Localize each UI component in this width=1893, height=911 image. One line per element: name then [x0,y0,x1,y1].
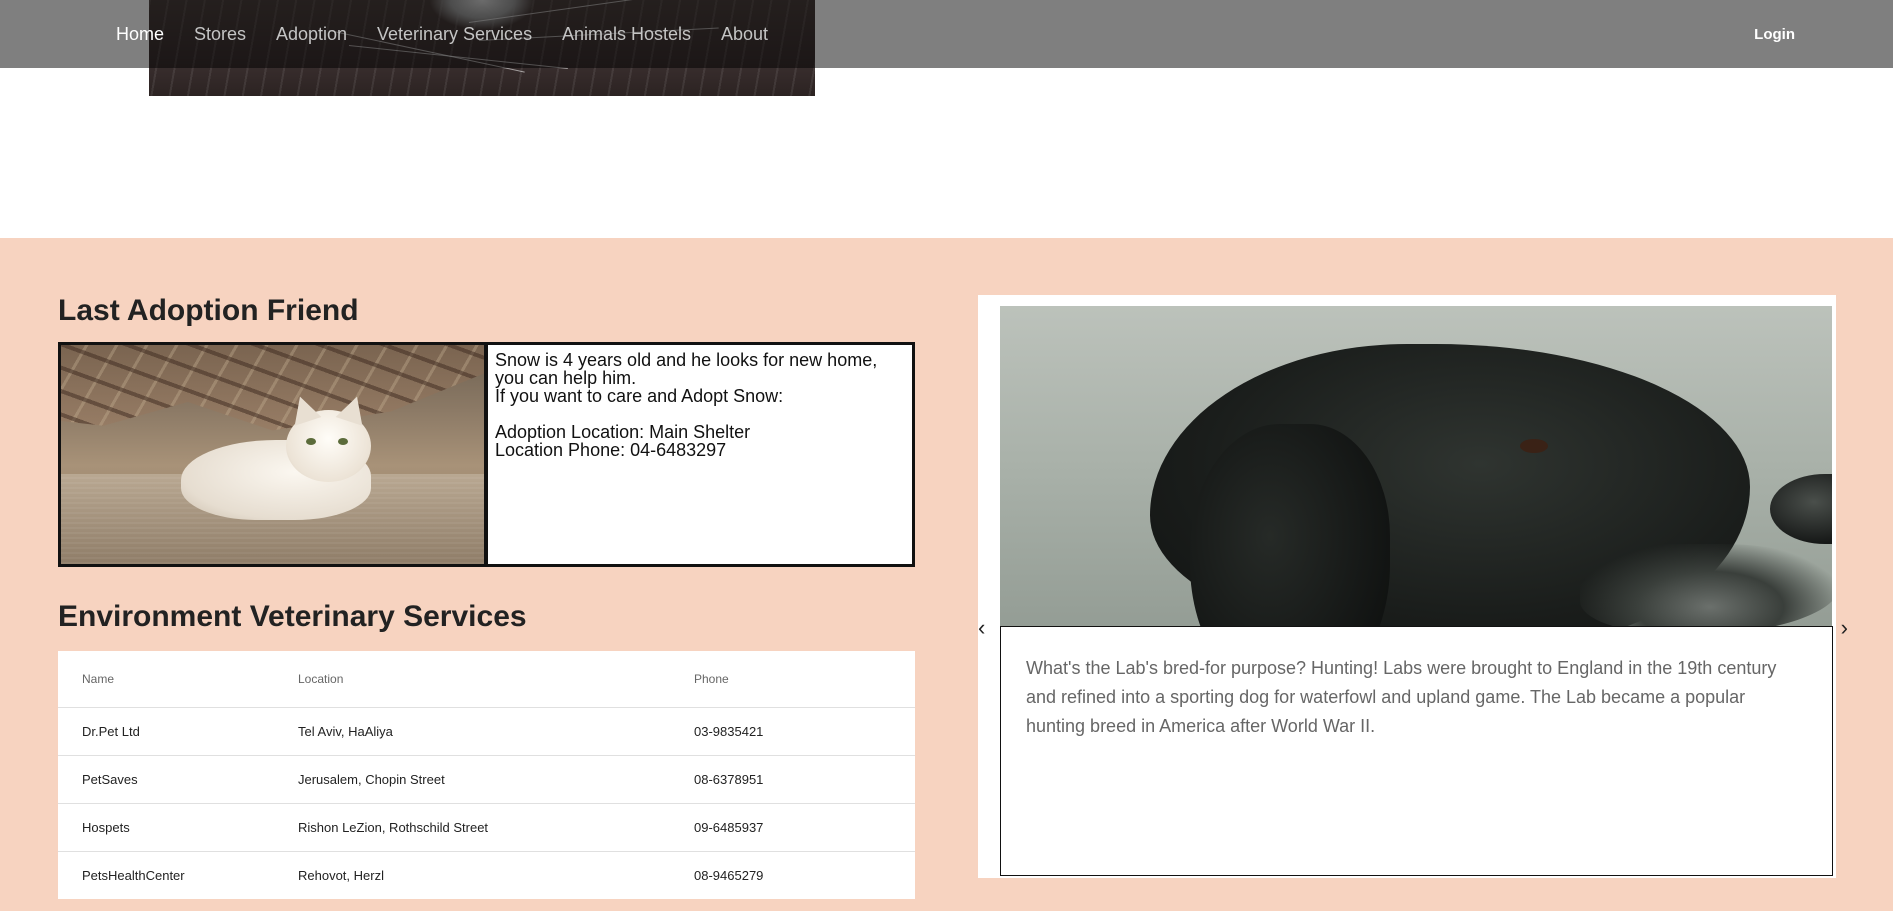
table-header-row: Name Location Phone [58,651,915,707]
adoption-text-line: If you want to care and Adopt Snow: [495,386,784,406]
vet-phone: 03-9835421 [694,724,764,739]
vet-location: Jerusalem, Chopin Street [298,772,445,787]
nav-about[interactable]: About [721,24,768,45]
vet-services-table: Name Location Phone Dr.Pet Ltd Tel Aviv,… [58,651,915,899]
table-row: PetSaves Jerusalem, Chopin Street 08-637… [58,755,915,803]
adoption-text-line: you can help him. [495,368,637,388]
vet-phone: 08-9465279 [694,868,764,883]
dog-carousel: What's the Lab's bred-for purpose? Hunti… [978,295,1848,878]
vet-name: Hospets [82,820,130,835]
vet-name: PetSaves [82,772,138,787]
vet-services-title: Environment Veterinary Services [58,600,527,633]
nav-stores[interactable]: Stores [194,24,246,45]
column-header-name: Name [82,672,115,686]
table-row: Hospets Rishon LeZion, Rothschild Street… [58,803,915,851]
nav-adoption[interactable]: Adoption [276,24,347,45]
dog-photo [1000,306,1832,626]
vet-phone: 08-6378951 [694,772,764,787]
carousel-caption: What's the Lab's bred-for purpose? Hunti… [1000,626,1833,876]
navbar: Home Stores Adoption Veterinary Services… [0,0,1893,68]
adoption-card: Snow is 4 years old and he looks for new… [58,342,915,567]
vet-location: Tel Aviv, HaAliya [298,724,393,739]
vet-phone: 09-6485937 [694,820,764,835]
column-header-phone: Phone [694,672,729,686]
adoption-details: Snow is 4 years old and he looks for new… [488,345,884,564]
login-button[interactable]: Login [1754,26,1795,43]
nav-home[interactable]: Home [116,24,164,45]
adoption-text-line: Snow is 4 years old and he looks for new… [495,350,878,370]
nav-veterinary-services[interactable]: Veterinary Services [377,24,532,45]
vet-location: Rishon LeZion, Rothschild Street [298,820,489,835]
adoption-phone: Location Phone: 04-6483297 [495,440,727,460]
vet-name: Dr.Pet Ltd [82,724,140,739]
vet-location: Rehovot, Herzl [298,868,384,883]
adoption-title: Last Adoption Friend [58,294,359,327]
adoption-location: Adoption Location: Main Shelter [495,422,751,442]
table-row: PetsHealthCenter Rehovot, Herzl 08-94652… [58,851,915,899]
vet-name: PetsHealthCenter [82,868,185,883]
column-header-location: Location [298,672,344,686]
cat-photo [61,345,488,564]
nav-animals-hostels[interactable]: Animals Hostels [562,24,691,45]
chevron-right-icon[interactable]: › [1841,617,1848,639]
chevron-left-icon[interactable]: ‹ [978,617,985,639]
table-row: Dr.Pet Ltd Tel Aviv, HaAliya 03-9835421 [58,707,915,755]
